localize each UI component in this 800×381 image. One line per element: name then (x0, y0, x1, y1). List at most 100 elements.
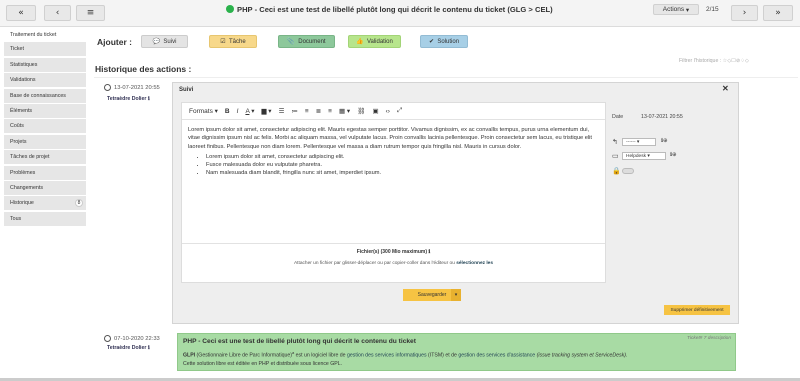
file-upload-area[interactable]: Fichier(s) (300 Mio maximum) ℹ Attacher … (182, 243, 605, 266)
italic-icon[interactable]: I (237, 108, 239, 115)
add-validation-label: Validation (366, 38, 393, 45)
add-document-button[interactable]: 📎 Document (278, 35, 335, 48)
info-icon[interactable]: ℹ (148, 96, 150, 102)
fullscreen-icon[interactable]: ⤢ (397, 107, 402, 115)
pager: 2/15 (706, 6, 719, 13)
group-select[interactable]: Helpdesk ▾ (622, 152, 666, 160)
entry-date: 07-10-2020 22:33 (104, 335, 160, 342)
lock-icon: 🔒 (612, 168, 621, 175)
actions-button[interactable]: Actions ▾ (653, 4, 699, 15)
sidebar-item-elements[interactable]: Éléments (4, 103, 86, 118)
source-select-value: ------ (626, 139, 636, 145)
add-solution-label: Solution (437, 38, 460, 45)
sidebar-item-label: Base de connaissances (10, 92, 66, 99)
sidebar-item-changements[interactable]: Changements (4, 180, 86, 195)
save-label: Sauvegarder (417, 292, 447, 298)
bullet-list-icon[interactable]: ☰ (279, 107, 285, 115)
comment-icon: 💬 (152, 39, 161, 45)
list-button[interactable]: ≡ (76, 5, 105, 21)
image-icon[interactable]: ▣ (372, 107, 378, 115)
align-center-icon[interactable]: ≣ (316, 107, 321, 115)
next-button[interactable]: › (731, 5, 758, 21)
itsm-link[interactable]: gestion des services informatiques (347, 353, 427, 359)
entry-author[interactable]: Tetraèdre Dolier ℹ (107, 96, 150, 102)
save-button[interactable]: Sauvegarder ▾ (403, 289, 461, 301)
attach-instructions: Attacher un fichier par glisser-déplacer… (182, 261, 605, 266)
last-button[interactable]: » (763, 5, 793, 21)
sidebar-item-traitement[interactable]: Traitement du ticket (4, 28, 86, 41)
sidebar-item-historique[interactable]: Historique 8 (4, 196, 86, 211)
sidebar-item-tous[interactable]: Tous (4, 211, 86, 226)
editor-toolbar: Formats ▾ B I A ▾ ▆ ▾ ☰ ≔ ≡ ≣ ≡ ▦ ▾ ⛓ ▣ … (182, 103, 605, 120)
thumbs-up-icon: 👍 (356, 39, 364, 45)
history-filter[interactable]: Filtrer l'historique : ☆◇☐⊘♢◇ (679, 58, 749, 64)
editor-content[interactable]: Lorem ipsum dolor sit amet, consectetur … (188, 126, 598, 178)
ticket-title-text: PHP - Ceci est une test de libellé plutô… (237, 4, 553, 14)
formats-dropdown[interactable]: Formats ▾ (189, 107, 218, 115)
servicedesk-link[interactable]: gestion des services d'assistance (458, 353, 535, 359)
sidebar-item-taches-projet[interactable]: Tâches de projet (4, 150, 86, 165)
history-divider (94, 77, 798, 78)
desc-part: (Gestionnaire Libre de Parc Informatique… (195, 352, 292, 359)
desc-part: (ITSM) et de (426, 352, 459, 359)
highlight-icon[interactable]: ▆ ▾ (262, 107, 272, 115)
ticket-description: Ticket# 7 description PHP - Ceci est une… (177, 333, 736, 371)
sidebar-item-label: Tâches de projet (10, 154, 50, 161)
align-right-icon[interactable]: ≡ (328, 108, 332, 115)
entry-author-name[interactable]: Tetraèdre Dolier (107, 345, 146, 351)
source-select[interactable]: ------ ▾ (622, 138, 656, 146)
source-info-icons[interactable]: ℹ⊕ (661, 138, 667, 144)
desc-part: (issue tracking system et ServiceDesk). (535, 352, 628, 359)
sidebar-item-ticket[interactable]: Ticket (4, 42, 86, 57)
delete-button[interactable]: Supprimer définitivement (664, 305, 730, 315)
align-left-icon[interactable]: ≡ (305, 108, 309, 115)
date-value[interactable]: 13-07-2021 20:55 (641, 114, 683, 120)
add-solution-button[interactable]: ✔ Solution (420, 35, 468, 48)
paperclip-icon: 📎 (287, 39, 295, 45)
entry-author-name[interactable]: Tetraèdre Dolier (107, 96, 146, 102)
first-button[interactable]: « (6, 5, 36, 21)
editor-bullet: Fusce malesuada dolor eu vulputate phare… (206, 161, 598, 169)
filter-icons[interactable]: ☆◇☐⊘♢◇ (723, 58, 749, 64)
entry-date-text: 13-07-2021 20:55 (114, 85, 160, 92)
close-icon[interactable]: ✕ (722, 84, 729, 93)
formats-label: Formats (189, 108, 213, 115)
link-icon[interactable]: ⛓ (357, 107, 365, 115)
desc-part: Cette solution libre est éditée en PHP e… (183, 360, 343, 367)
sidebar-item-statistiques[interactable]: Statistiques (4, 57, 86, 72)
bold-icon[interactable]: B (225, 108, 230, 115)
sidebar-item-validations[interactable]: Validations (4, 73, 86, 88)
sidebar-item-couts[interactable]: Coûts (4, 119, 86, 134)
info-icon[interactable]: ℹ (428, 249, 430, 255)
group-info-icons[interactable]: ℹ⊕ (670, 152, 676, 158)
ticket-title: PHP - Ceci est une test de libellé plutô… (226, 3, 553, 15)
entry-date: 13-07-2021 20:55 (104, 84, 160, 91)
rich-text-editor[interactable]: Formats ▾ B I A ▾ ▆ ▾ ☰ ≔ ≡ ≣ ≡ ▦ ▾ ⛓ ▣ … (181, 102, 606, 283)
save-dropdown-icon[interactable]: ▾ (451, 289, 461, 301)
code-icon[interactable]: ‹› (386, 108, 390, 115)
glpi-text: GLPI (183, 352, 196, 359)
sidebar-item-problemes[interactable]: Problèmes (4, 165, 86, 180)
sidebar-item-base-connaissances[interactable]: Base de connaissances (4, 88, 86, 103)
sidebar-item-label: Statistiques (10, 61, 38, 68)
status-dot-icon (226, 5, 234, 13)
files-label: Fichier(s) (300 Mio maximum) ℹ (182, 249, 605, 255)
sidebar-item-projets[interactable]: Projets (4, 134, 86, 149)
add-task-button[interactable]: ☑ Tâche (209, 35, 257, 48)
add-validation-button[interactable]: 👍 Validation (348, 35, 401, 48)
followup-heading: Suivi (179, 87, 194, 93)
sidebar-item-label: Validations (10, 77, 36, 84)
select-files-link[interactable]: sélectionnez les (456, 261, 493, 266)
sidebar-item-label: Ticket (10, 46, 24, 53)
entry-author[interactable]: Tetraèdre Dolier ℹ (107, 345, 150, 351)
previous-button[interactable]: ‹ (44, 5, 71, 21)
table-icon[interactable]: ▦ ▾ (339, 107, 350, 115)
add-followup-button[interactable]: 💬 Suivi (141, 35, 188, 48)
info-icon[interactable]: ℹ (148, 345, 150, 351)
numbered-list-icon[interactable]: ≔ (291, 107, 298, 115)
sidebar-item-label: Historique (10, 200, 34, 207)
private-toggle[interactable] (622, 168, 634, 174)
history-filter-label: Filtrer l'historique : (679, 58, 722, 64)
add-label: Ajouter : (97, 37, 132, 47)
text-color-icon[interactable]: A ▾ (245, 107, 254, 115)
